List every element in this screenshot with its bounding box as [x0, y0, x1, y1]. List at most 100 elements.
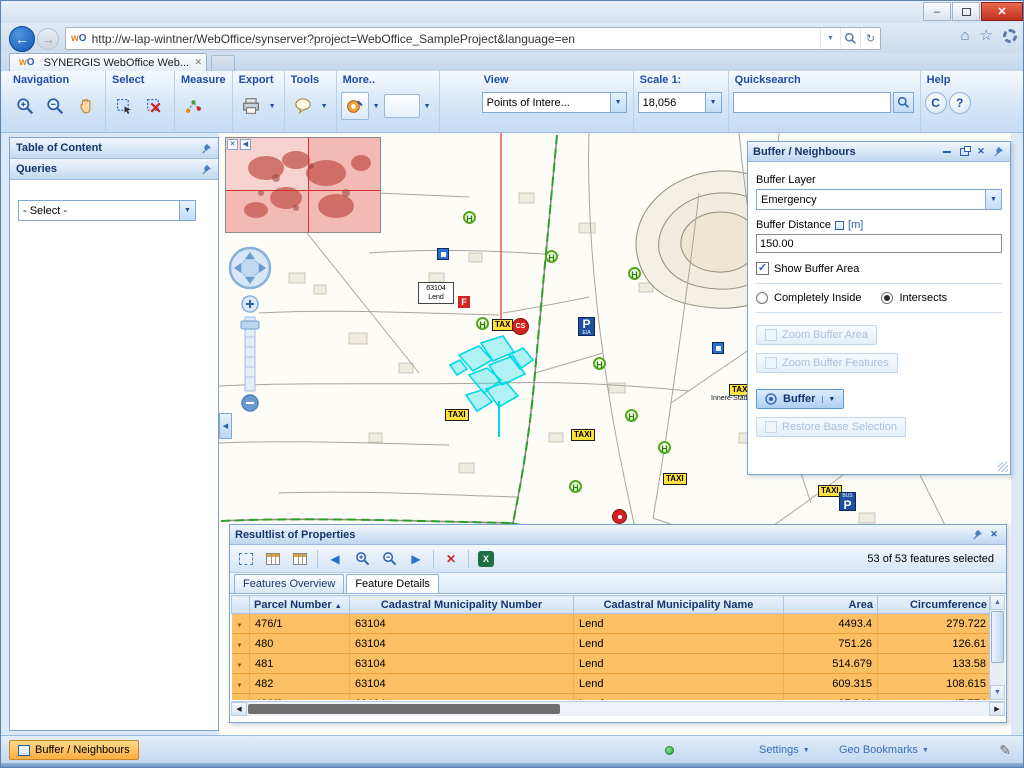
- pin-icon[interactable]: [201, 143, 212, 154]
- overview-map[interactable]: ✕ ◀: [225, 137, 381, 233]
- show-buffer-area-checkbox[interactable]: ✓: [756, 262, 769, 275]
- browser-back-button[interactable]: ←: [9, 26, 35, 52]
- resultlist-pin-button[interactable]: [970, 528, 984, 541]
- browser-forward-button[interactable]: →: [37, 28, 59, 50]
- scroll-up-icon[interactable]: ▲: [990, 595, 1005, 610]
- scroll-down-icon[interactable]: ▼: [990, 685, 1005, 700]
- buffer-tool-button[interactable]: [341, 92, 369, 120]
- quicksearch-input[interactable]: [733, 92, 891, 113]
- column-header-cad-name[interactable]: Cadastral Municipality Name: [574, 596, 784, 614]
- row-expander-icon[interactable]: ▼: [237, 663, 243, 669]
- panel-resize-grip[interactable]: [998, 462, 1008, 472]
- column-header-area[interactable]: Area: [784, 596, 878, 614]
- address-search-icon[interactable]: [840, 28, 860, 49]
- table-row[interactable]: ▼ 48063104Lend 751.26126.61: [232, 634, 992, 654]
- zoom-buffer-area-button[interactable]: Zoom Buffer Area: [756, 325, 877, 345]
- completely-inside-radio[interactable]: [756, 292, 768, 304]
- tools-button[interactable]: [289, 92, 317, 120]
- zoom-to-selection-button[interactable]: [352, 549, 372, 569]
- scroll-right-icon[interactable]: ▶: [989, 702, 1005, 716]
- zoom-buffer-features-button[interactable]: Zoom Buffer Features: [756, 353, 898, 373]
- buffer-panel-header[interactable]: Buffer / Neighbours ✕: [748, 142, 1010, 162]
- view-select[interactable]: Points of Intere... ▼: [482, 92, 627, 113]
- zoom-in-button[interactable]: [11, 92, 39, 120]
- column-header-cad-number[interactable]: Cadastral Municipality Number: [350, 596, 574, 614]
- vertical-scroll-thumb[interactable]: [991, 611, 1004, 663]
- buffer-distance-input[interactable]: [756, 234, 1002, 253]
- queries-header[interactable]: Queries: [10, 159, 218, 180]
- column-header-parcel[interactable]: Parcel Number ▲: [250, 596, 350, 614]
- measure-button[interactable]: [179, 92, 207, 120]
- more-extra-dropdown-button[interactable]: ▼: [422, 92, 433, 120]
- edit-pencil-icon[interactable]: ✎: [999, 742, 1011, 759]
- zoom-out-selection-button[interactable]: [379, 549, 399, 569]
- more-extra-button[interactable]: [384, 94, 420, 118]
- remove-selection-button[interactable]: ✕: [441, 549, 461, 569]
- address-dropdown-button[interactable]: ▼: [820, 28, 840, 49]
- refresh-button[interactable]: ↻: [860, 28, 880, 49]
- tab-close-icon[interactable]: ✕: [194, 57, 202, 68]
- chevron-down-icon[interactable]: ▼: [985, 190, 1001, 209]
- tab-feature-details[interactable]: Feature Details: [346, 574, 439, 593]
- buffer-layer-select[interactable]: Emergency ▼: [756, 189, 1002, 210]
- row-expander-icon[interactable]: ▼: [237, 683, 243, 689]
- table-vertical-scrollbar[interactable]: ▲ ▼: [989, 595, 1005, 700]
- table-row[interactable]: ▼ 476/163104Lend 4493.4279.722: [232, 614, 992, 634]
- select-result-button[interactable]: [236, 549, 256, 569]
- table-of-content-header[interactable]: Table of Content: [10, 138, 218, 159]
- row-expander-icon[interactable]: ▼: [237, 623, 243, 629]
- panel-pin-button[interactable]: [991, 145, 1005, 158]
- resultlist-header[interactable]: Resultlist of Properties ✕: [230, 525, 1006, 545]
- table-row[interactable]: ▼ 48163104Lend 514.679133.58: [232, 654, 992, 674]
- help-button[interactable]: ?: [949, 92, 971, 114]
- resultlist-close-button[interactable]: ✕: [987, 528, 1001, 541]
- calculator-icon[interactable]: [835, 221, 844, 230]
- next-page-button[interactable]: ▶: [406, 549, 426, 569]
- select-features-button[interactable]: [110, 92, 138, 120]
- context-help-button[interactable]: C: [925, 92, 947, 114]
- sidebar-collapse-button[interactable]: ◀: [219, 413, 232, 439]
- panel-minimize-button[interactable]: [940, 145, 954, 158]
- chevron-down-icon[interactable]: ▼: [610, 93, 626, 112]
- buffer-tool-dropdown-button[interactable]: ▼: [371, 92, 382, 120]
- pan-button[interactable]: [71, 92, 99, 120]
- address-bar[interactable]: wO http://w-lap-wintner/WebOffice/synser…: [65, 27, 881, 50]
- clear-selection-button[interactable]: [140, 92, 168, 120]
- export-table-button[interactable]: [290, 549, 310, 569]
- print-dropdown-button[interactable]: ▼: [267, 92, 278, 120]
- overview-close-icon[interactable]: ✕: [227, 139, 238, 150]
- quicksearch-button[interactable]: [893, 92, 914, 113]
- restore-base-selection-button[interactable]: Restore Base Selection: [756, 417, 906, 437]
- panel-restore-button[interactable]: [957, 145, 971, 158]
- chevron-down-icon[interactable]: ▼: [179, 201, 195, 220]
- row-expander-icon[interactable]: ▼: [237, 643, 243, 649]
- intersects-radio[interactable]: [881, 292, 893, 304]
- overview-collapse-icon[interactable]: ◀: [240, 139, 251, 150]
- url-text[interactable]: http://w-lap-wintner/WebOffice/synserver…: [92, 32, 820, 46]
- buffer-button[interactable]: Buffer ▼: [756, 389, 844, 409]
- window-minimize-button[interactable]: –: [923, 2, 951, 21]
- active-tool-button[interactable]: Buffer / Neighbours: [9, 740, 139, 760]
- table-row[interactable]: ▼ 48263104Lend 609.315108.615: [232, 674, 992, 694]
- tools-dropdown-button[interactable]: ▼: [319, 92, 330, 120]
- table-row[interactable]: ▼ 486/263104Lend 97.84647.774: [232, 694, 992, 701]
- map-navigation-widget[interactable]: [227, 245, 273, 423]
- geo-bookmarks-link[interactable]: Geo Bookmarks▼: [839, 744, 929, 756]
- gear-icon[interactable]: [1003, 29, 1017, 43]
- favorites-star-icon[interactable]: ☆: [980, 28, 993, 43]
- horizontal-scroll-thumb[interactable]: [248, 704, 560, 714]
- window-close-button[interactable]: ✕: [981, 2, 1023, 21]
- settings-link[interactable]: Settings▼: [759, 744, 810, 756]
- tab-features-overview[interactable]: Features Overview: [234, 574, 344, 593]
- panel-close-button[interactable]: ✕: [974, 145, 988, 158]
- scroll-left-icon[interactable]: ◀: [231, 702, 247, 716]
- column-header-circumference[interactable]: Circumference: [878, 596, 992, 614]
- scale-select[interactable]: 18,056 ▼: [638, 92, 722, 113]
- column-settings-button[interactable]: [263, 549, 283, 569]
- new-tab-stub[interactable]: [211, 55, 235, 71]
- excel-export-button[interactable]: X: [476, 549, 496, 569]
- zoom-out-button[interactable]: [41, 92, 69, 120]
- home-icon[interactable]: ⌂: [960, 28, 969, 43]
- pin-icon[interactable]: [201, 164, 212, 175]
- table-horizontal-scrollbar[interactable]: ◀ ▶: [231, 701, 1005, 716]
